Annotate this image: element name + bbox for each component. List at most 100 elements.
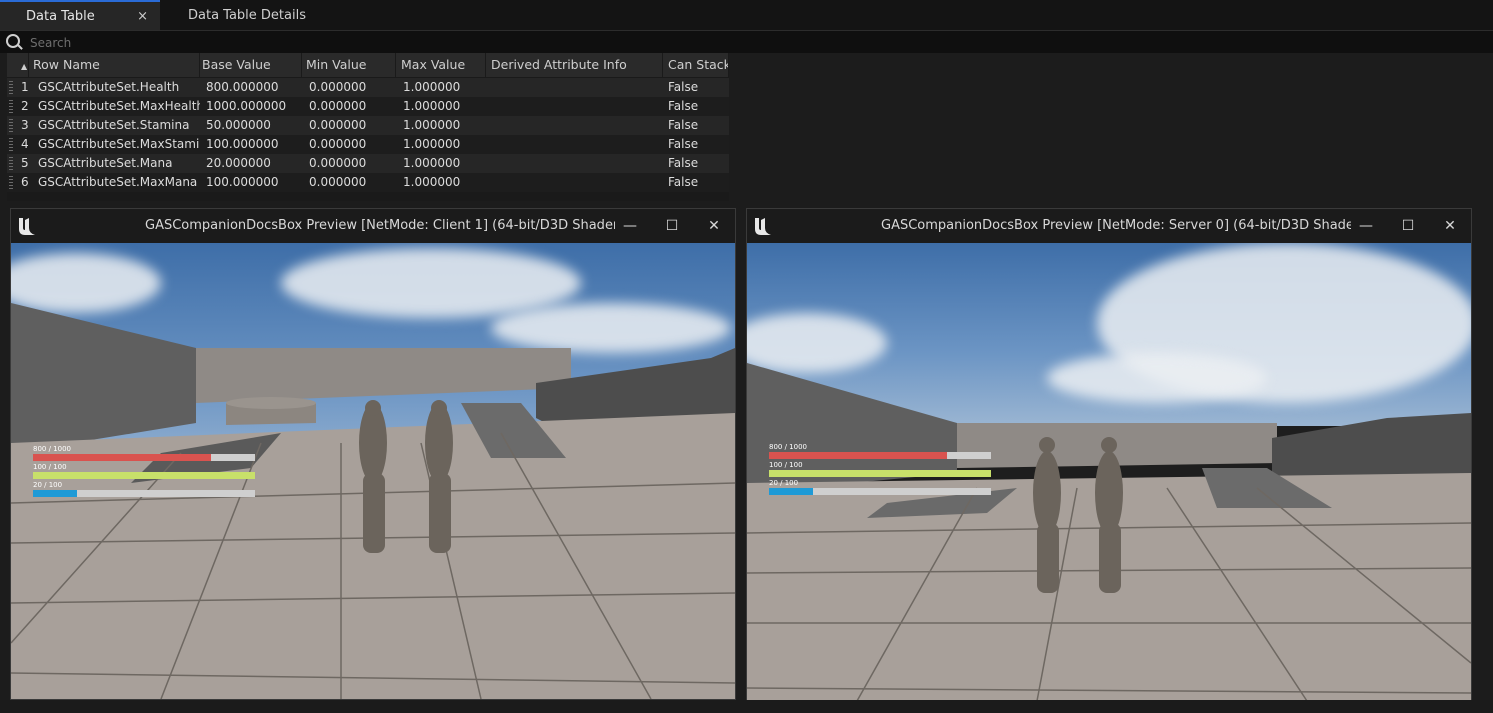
row-index: 1 — [21, 80, 29, 94]
min-value-cell: 0.000000 — [309, 80, 367, 94]
table-row[interactable]: 6 GSCAttributeSet.MaxMana 100.000000 0.0000… — [7, 173, 729, 192]
status-strip — [0, 700, 1493, 713]
tab-bar: Data Table × Data Table Details — [0, 0, 1493, 30]
close-icon[interactable]: ✕ — [699, 209, 729, 243]
base-value-cell: 1000.000000 — [206, 99, 287, 113]
row-name-cell: GSCAttributeSet.Health — [38, 80, 180, 94]
base-value-cell: 800.000000 — [206, 80, 279, 94]
window-title-bar[interactable]: GASCompanionDocsBox Preview [NetMode: Se… — [747, 209, 1471, 243]
hud-bar-label: 20 / 100 — [769, 479, 799, 487]
search-input[interactable] — [28, 32, 1472, 54]
can-stack-cell: False — [668, 80, 699, 94]
derived-info-cell — [491, 135, 661, 154]
preview-window-server[interactable]: GASCompanionDocsBox Preview [NetMode: Se… — [746, 208, 1472, 702]
drag-handle-icon[interactable] — [9, 157, 13, 170]
min-value-cell: 0.000000 — [309, 137, 367, 151]
row-name-cell: GSCAttributeSet.Stamina — [38, 118, 190, 132]
row-name-cell: GSCAttributeSet.MaxStamin — [38, 137, 200, 151]
game-viewport[interactable]: 800 / 1000 100 / 100 20 / 100 — [11, 243, 735, 699]
search-icon — [6, 34, 20, 48]
derived-info-cell — [491, 78, 661, 97]
preview-window-client[interactable]: GASCompanionDocsBox Preview [NetMode: Cl… — [10, 208, 736, 700]
hud-bar — [33, 472, 255, 479]
close-icon[interactable]: ✕ — [1435, 209, 1465, 243]
hud-bar-fill — [769, 488, 814, 495]
maximize-icon[interactable]: ☐ — [1393, 209, 1423, 243]
base-value-cell: 100.000000 — [206, 137, 279, 151]
min-value-cell: 0.000000 — [309, 99, 367, 113]
tab-data-table-details[interactable]: Data Table Details — [162, 2, 322, 30]
window-title: GASCompanionDocsBox Preview [NetMode: Cl… — [145, 218, 615, 233]
unreal-logo-icon — [755, 218, 771, 235]
row-name-cell: GSCAttributeSet.MaxHealth — [38, 99, 200, 113]
column-header-min-value[interactable]: Min Value — [301, 53, 396, 77]
hud-bar-fill — [769, 470, 991, 477]
derived-info-cell — [491, 173, 661, 192]
row-index: 3 — [21, 118, 29, 132]
close-tab-icon[interactable]: × — [137, 2, 148, 32]
hud-bar — [33, 490, 255, 497]
hud-bar-label: 100 / 100 — [33, 463, 67, 471]
min-value-cell: 0.000000 — [309, 156, 367, 170]
column-header-base-value[interactable]: Base Value — [197, 53, 302, 77]
can-stack-cell: False — [668, 175, 699, 189]
hud-bar-label: 800 / 1000 — [769, 443, 807, 451]
min-value-cell: 0.000000 — [309, 118, 367, 132]
max-value-cell: 1.000000 — [403, 156, 461, 170]
base-value-cell: 100.000000 — [206, 175, 279, 189]
base-value-cell: 20.000000 — [206, 156, 271, 170]
max-value-cell: 1.000000 — [403, 118, 461, 132]
hud-bar-label: 800 / 1000 — [33, 445, 71, 453]
max-value-cell: 1.000000 — [403, 175, 461, 189]
row-index: 5 — [21, 156, 29, 170]
column-header-row-name[interactable]: Row Name — [28, 53, 200, 77]
min-value-cell: 0.000000 — [309, 175, 367, 189]
max-value-cell: 1.000000 — [403, 99, 461, 113]
tab-data-table[interactable]: Data Table × — [0, 0, 160, 30]
sort-indicator-icon[interactable]: ▲ — [7, 53, 29, 77]
base-value-cell: 50.000000 — [206, 118, 271, 132]
hud-bar — [769, 470, 991, 477]
table-header: ▲ Row Name Base Value Min Value Max Valu… — [7, 53, 729, 77]
row-name-cell: GSCAttributeSet.MaxMana — [38, 175, 198, 189]
can-stack-cell: False — [668, 118, 699, 132]
window-title-bar[interactable]: GASCompanionDocsBox Preview [NetMode: Cl… — [11, 209, 735, 243]
column-header-can-stack[interactable]: Can Stack — [663, 53, 729, 77]
max-value-cell: 1.000000 — [403, 137, 461, 151]
unreal-logo-icon — [19, 218, 35, 235]
can-stack-cell: False — [668, 156, 699, 170]
minimize-icon[interactable]: — — [1351, 209, 1381, 243]
level-geometry — [11, 303, 735, 699]
maximize-icon[interactable]: ☐ — [657, 209, 687, 243]
table-row[interactable]: 1 GSCAttributeSet.Health 800.000000 0.00000… — [7, 78, 729, 97]
table-row[interactable]: 5 GSCAttributeSet.Mana 20.000000 0.000000 1.… — [7, 154, 729, 173]
tab-label: Data Table Details — [188, 8, 306, 23]
table-row[interactable]: 4 GSCAttributeSet.MaxStamin 100.000000 0.00… — [7, 135, 729, 154]
derived-info-cell — [491, 97, 661, 116]
derived-info-cell — [491, 116, 661, 135]
game-viewport[interactable]: 800 / 1000 100 / 100 20 / 100 — [747, 243, 1471, 701]
hud-bar-fill — [33, 490, 78, 497]
hud-bar-fill — [33, 472, 255, 479]
row-name-cell: GSCAttributeSet.Mana — [38, 156, 173, 170]
table-row[interactable]: 3 GSCAttributeSet.Stamina 50.000000 0.00000… — [7, 116, 729, 135]
drag-handle-icon[interactable] — [9, 138, 13, 151]
hud-bar-label: 20 / 100 — [33, 481, 63, 489]
hud-bar — [33, 454, 255, 461]
drag-handle-icon[interactable] — [9, 100, 13, 113]
minimize-icon[interactable]: — — [615, 209, 645, 243]
drag-handle-icon[interactable] — [9, 176, 13, 189]
row-index: 2 — [21, 99, 29, 113]
drag-handle-icon[interactable] — [9, 119, 13, 132]
can-stack-cell: False — [668, 137, 699, 151]
table-row[interactable]: 2 GSCAttributeSet.MaxHealth 1000.000000 0.0… — [7, 97, 729, 116]
window-title: GASCompanionDocsBox Preview [NetMode: Se… — [881, 218, 1351, 233]
row-index: 4 — [21, 137, 29, 151]
hud-bar-label: 100 / 100 — [769, 461, 803, 469]
max-value-cell: 1.000000 — [403, 80, 461, 94]
column-header-derived-attribute-info[interactable]: Derived Attribute Info — [486, 53, 663, 77]
drag-handle-icon[interactable] — [9, 81, 13, 94]
column-header-max-value[interactable]: Max Value — [396, 53, 486, 77]
search-bar — [0, 30, 1493, 54]
row-index: 6 — [21, 175, 29, 189]
